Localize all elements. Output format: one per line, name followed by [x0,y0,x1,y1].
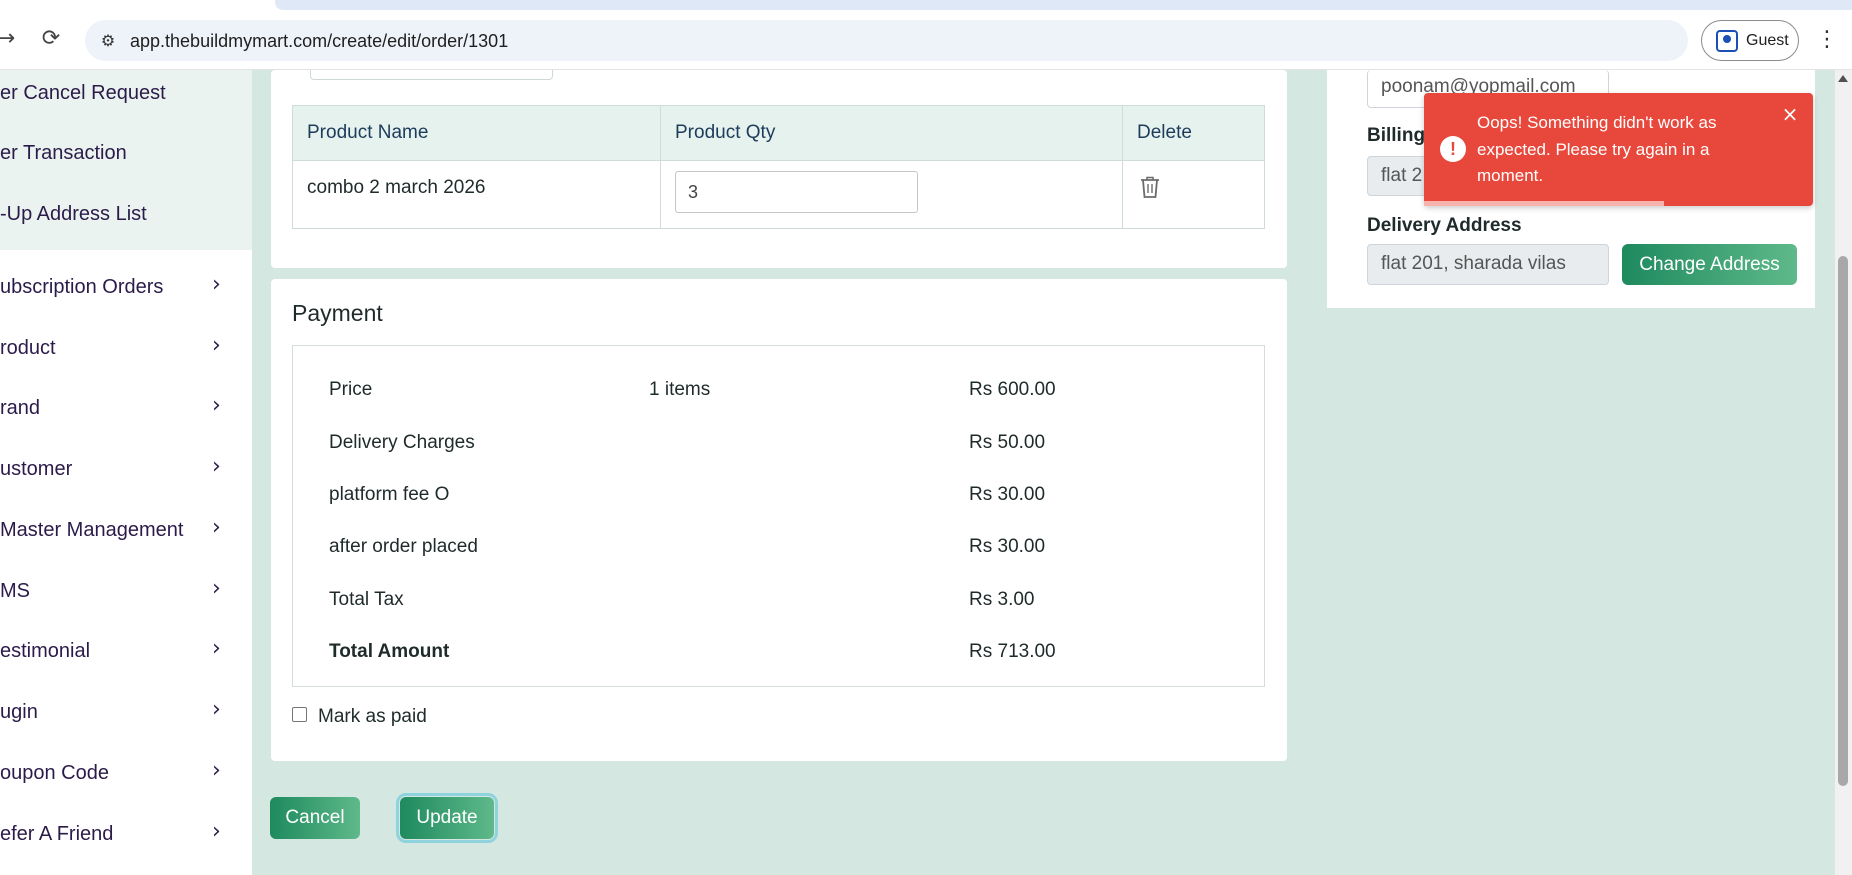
payment-row-amount: Rs 600.00 [969,379,1056,400]
payment-title: Payment [292,300,383,326]
sidebar-item-label: MS [0,580,30,602]
sidebar-item-product[interactable]: roduct › [0,327,252,367]
sidebar-subitem[interactable]: er Transaction [0,142,252,182]
payment-row-items: 1 items [649,379,711,400]
toast-progress-bar [1424,201,1664,206]
sidebar-subitem-label: er Cancel Request [0,82,166,104]
sidebar-item-master-management[interactable]: Master Management › [0,509,252,549]
sidebar-item-coupon-code[interactable]: oupon Code › [0,752,252,792]
payment-row-label: after order placed [329,536,478,557]
sidebar: er Cancel Request er Transaction -Up Add… [0,70,252,875]
sidebar-item-brand[interactable]: rand › [0,387,252,427]
column-header-delete: Delete [1122,105,1265,161]
payment-row-amount: Rs 30.00 [969,536,1046,557]
change-address-button[interactable]: Change Address [1622,244,1797,285]
chevron-right-icon: › [212,272,221,297]
delete-cell [1122,160,1265,229]
alert-icon: ! [1440,136,1466,162]
chevron-right-icon: › [212,393,221,418]
scroll-up-icon[interactable] [1838,75,1848,82]
sidebar-item-label: ugin [0,701,38,723]
forward-icon[interactable]: → [0,27,18,51]
sidebar-item-label: estimonial [0,640,91,662]
payment-row-price: Price 1 items Rs 600.00 [329,379,1229,409]
browser-menu-icon[interactable]: ⋮ [1815,26,1839,54]
chevron-right-icon: › [212,454,221,479]
sidebar-item-label: oupon Code [0,762,109,784]
payment-row-label: Price [329,379,373,400]
profile-label: Guest [1746,32,1789,49]
chevron-right-icon: › [212,576,221,601]
payment-row-label: platform fee O [329,484,450,505]
payment-row-total-tax: Total Tax Rs 3.00 [329,589,1229,619]
sidebar-item-label: efer A Friend [0,823,114,845]
sidebar-item-testimonial[interactable]: estimonial › [0,630,252,670]
sidebar-subitem[interactable]: -Up Address List [0,203,252,243]
payment-row-delivery: Delivery Charges Rs 50.00 [329,432,1229,462]
payment-row-label: Total Tax [329,589,404,610]
sidebar-subitem-label: er Transaction [0,142,127,164]
product-qty-cell [660,160,1123,229]
checkbox[interactable] [292,707,307,722]
payment-row-after-order: after order placed Rs 30.00 [329,536,1229,566]
site-settings-icon[interactable]: ⚙ [97,30,119,52]
payment-row-label: Delivery Charges [329,432,475,453]
tab-strip [275,0,1852,10]
sidebar-item-label: ustomer [0,458,73,480]
update-button[interactable]: Update [396,793,498,843]
mark-as-paid-label: Mark as paid [318,706,427,727]
product-name-cell: combo 2 march 2026 [292,160,661,229]
billing-label: Billing [1367,125,1426,146]
delivery-address-label: Delivery Address [1367,215,1522,236]
payment-row-total-amount: Total Amount Rs 713.00 [329,641,1229,671]
cancel-button[interactable]: Cancel [270,797,360,839]
toast-message: Oops! Something didn't work as expected.… [1477,113,1717,185]
payment-row-amount: Rs 30.00 [969,484,1046,505]
sidebar-item-label: roduct [0,337,56,359]
chevron-right-icon: › [212,758,221,783]
chevron-right-icon: › [212,333,221,358]
payment-row-platform-fee: platform fee O Rs 30.00 [329,484,1229,514]
column-header-product-qty: Product Qty [660,105,1123,161]
address-bar[interactable]: ⚙ app.thebuildmymart.com/create/edit/ord… [85,20,1688,61]
profile-button[interactable]: Guest [1701,20,1799,61]
payment-row-label: Total Amount [329,641,450,662]
sidebar-item-plugin[interactable]: ugin › [0,691,252,731]
trash-icon[interactable] [1139,175,1161,199]
payment-row-amount: Rs 3.00 [969,589,1035,610]
payment-row-amount: Rs 713.00 [969,641,1056,662]
sidebar-item-label: rand [0,397,41,419]
chevron-right-icon: › [212,636,221,661]
sidebar-submenu: er Cancel Request er Transaction -Up Add… [0,70,252,250]
delivery-address-field[interactable]: flat 201, sharada vilas [1367,244,1609,285]
sidebar-item-subscription-orders[interactable]: ubscription Orders › [0,266,252,306]
quantity-input[interactable] [675,171,918,213]
url-text[interactable]: app.thebuildmymart.com/create/edit/order… [130,31,508,52]
sidebar-item-cms[interactable]: MS › [0,570,252,610]
sidebar-item-refer-a-friend[interactable]: efer A Friend › [0,813,252,853]
scrollbar-thumb[interactable] [1838,256,1848,786]
chevron-right-icon: › [212,819,221,844]
sidebar-item-label: ubscription Orders [0,276,164,298]
chevron-right-icon: › [212,515,221,540]
error-toast: ! Oops! Something didn't work as expecte… [1424,93,1813,206]
table-row: combo 2 march 2026 [292,160,1265,229]
chevron-right-icon: › [212,697,221,722]
sidebar-subitem-label: -Up Address List [0,203,147,225]
payment-summary: Price 1 items Rs 600.00 Delivery Charges… [292,345,1265,687]
column-header-product-name: Product Name [292,105,661,161]
sidebar-subitem[interactable]: er Cancel Request [0,82,252,122]
order-field-partial[interactable] [310,70,553,80]
close-icon[interactable]: × [1781,104,1799,124]
reload-icon[interactable]: ⟳ [39,27,63,51]
payment-row-amount: Rs 50.00 [969,432,1046,453]
page-scrollbar[interactable] [1835,70,1852,875]
sidebar-item-label: Master Management [0,519,184,541]
browser-toolbar: → ⟳ ⚙ app.thebuildmymart.com/create/edit… [0,0,1852,70]
profile-icon [1716,30,1738,52]
products-table: Product Name Product Qty Delete combo 2 … [292,105,1265,229]
sidebar-item-customer[interactable]: ustomer › [0,448,252,488]
